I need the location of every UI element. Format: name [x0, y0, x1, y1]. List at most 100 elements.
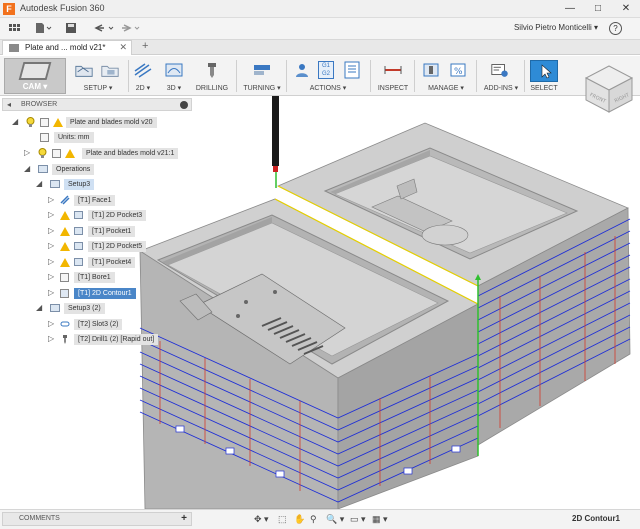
fit-zoom-icon[interactable]: 🔍 ▾ [326, 513, 344, 526]
tree-node-label: [T1] Pocket4 [88, 257, 136, 268]
3d-group[interactable]: 3D ▾ [160, 58, 188, 94]
workspace-label: CAM ▾ [22, 82, 48, 91]
tree-node-label: Plate and blades mold v20 [66, 117, 157, 128]
drilling-group[interactable]: DRILLING [194, 58, 230, 94]
g2-text: G2 [321, 71, 330, 77]
comments-panel[interactable]: COMMENTS + [2, 512, 192, 526]
2d-label: 2D ▾ [135, 85, 151, 92]
expand-arrow-icon[interactable]: ▷ [48, 319, 56, 328]
user-account-menu[interactable]: Silvio Pietro Monticelli ▾ [514, 23, 598, 32]
pan-icon[interactable]: ✋ [294, 513, 305, 526]
undo-icon[interactable] [92, 21, 116, 37]
tree-node-label: [T1] Pocket1 [88, 226, 136, 237]
actions-label: ACTIONS ▾ [309, 85, 347, 92]
toolbar-divider [476, 60, 477, 92]
expand-arrow-icon[interactable]: ▷ [48, 241, 56, 250]
look-at-icon[interactable]: ⬚ [278, 513, 287, 526]
post-process-icon: G1 G2 [318, 61, 334, 79]
expand-arrow-icon[interactable]: ▷ [48, 272, 56, 281]
tree-node-drill1[interactable]: ▷ [T2] Drill1 (2) [Rapid out] [48, 333, 188, 345]
close-window-button[interactable]: ✕ [612, 0, 640, 18]
help-icon[interactable]: ? [609, 22, 622, 35]
expand-arrow-icon[interactable]: ▷ [48, 195, 56, 204]
visibility-bulb-icon[interactable] [26, 117, 35, 127]
manage-group[interactable]: % MANAGE ▾ [418, 58, 474, 94]
fusion-app-icon: F [3, 3, 15, 15]
title-bar: F Autodesk Fusion 360 — □ ✕ [0, 0, 640, 18]
expand-arrow-icon[interactable]: ▷ [48, 257, 56, 266]
file-menu-icon[interactable] [34, 21, 52, 37]
redo-icon[interactable] [120, 21, 144, 37]
tree-node-root[interactable]: ◢ Plate and blades mold v20 [12, 116, 192, 128]
browser-header[interactable]: ◂ BROWSER [2, 98, 192, 111]
grid-settings-icon[interactable]: ▦ ▾ [372, 513, 388, 526]
expand-arrow-icon[interactable]: ▷ [24, 148, 32, 157]
tree-node-units[interactable]: Units: mm [36, 131, 186, 143]
orbit-tool-icon[interactable]: ✥ ▾ [254, 513, 269, 526]
viewcube[interactable]: FRONT RIGHT [582, 62, 636, 114]
tree-node-pocket1[interactable]: ▷ [T1] Pocket1 [48, 225, 188, 237]
tree-node-setup3-2[interactable]: ◢ Setup3 (2) [36, 302, 186, 314]
tree-node-2d-pocket5[interactable]: ▷ [T1] 2D Pocket5 [48, 240, 188, 252]
minimize-button[interactable]: — [556, 0, 584, 18]
tree-node-slot3[interactable]: ▷ [T2] Slot3 (2) [48, 318, 188, 330]
toolbar-divider [414, 60, 415, 92]
browser-toggle-icon[interactable] [180, 101, 188, 109]
inspect-group[interactable]: INSPECT [374, 58, 412, 94]
2d-group[interactable]: 2D ▾ [131, 58, 155, 94]
contour-operation-icon [60, 289, 69, 298]
expand-arrow-icon[interactable]: ▷ [48, 334, 56, 343]
warning-icon [60, 258, 70, 267]
face-operation-icon [60, 195, 70, 205]
stock-setup-icon [101, 65, 119, 77]
operations-folder-icon [38, 165, 48, 173]
tree-node-2d-contour1[interactable]: ▷ [T1] 2D Contour1 [48, 287, 188, 299]
save-icon[interactable] [64, 21, 78, 37]
document-icon [9, 44, 19, 52]
expand-arrow-icon[interactable]: ◢ [36, 303, 44, 312]
display-settings-icon[interactable]: ▭ ▾ [350, 513, 366, 526]
zoom-icon[interactable]: ⚲ [310, 513, 317, 526]
cam-workspace-icon [18, 62, 52, 80]
expand-arrow-icon[interactable]: ▷ [48, 288, 56, 297]
turning-group[interactable]: TURNING ▾ [240, 58, 284, 94]
g1-text: G1 [321, 63, 330, 69]
maximize-button[interactable]: □ [584, 0, 612, 18]
tree-node-bore1[interactable]: ▷ [T1] Bore1 [48, 271, 188, 283]
expand-arrow-icon[interactable]: ▷ [48, 210, 56, 219]
tree-node-label: [T2] Slot3 (2) [74, 319, 123, 330]
addins-group[interactable]: ADD-INS ▾ [480, 58, 522, 94]
select-group[interactable]: SELECT [526, 58, 562, 94]
new-tab-button[interactable]: + [142, 40, 148, 52]
tree-node-operations[interactable]: ◢ Operations [24, 163, 194, 175]
visibility-bulb-icon[interactable] [38, 148, 47, 158]
tree-node-label: Setup3 (2) [64, 303, 105, 314]
tree-node-pocket4[interactable]: ▷ [T1] Pocket4 [48, 256, 188, 268]
browser-collapse-icon[interactable]: ◂ [7, 100, 11, 109]
add-comment-button[interactable]: + [181, 513, 187, 524]
tree-node-component[interactable]: ▷ Plate and blades mold v21:1 [24, 147, 194, 159]
select-arrow-icon [530, 60, 558, 82]
workspace-switcher[interactable]: CAM ▾ [4, 58, 66, 94]
actions-group[interactable]: G1 G2 ACTIONS ▾ [290, 58, 366, 94]
expand-arrow-icon[interactable]: ◢ [12, 117, 20, 126]
tool-library-icon [423, 63, 439, 77]
tree-node-2d-pocket3[interactable]: ▷ [T1] 2D Pocket3 [48, 209, 188, 221]
expand-arrow-icon[interactable]: ◢ [36, 179, 44, 188]
close-tab-icon[interactable]: ✕ [119, 42, 127, 53]
ribbon-toolbar: CAM ▾ SETUP ▾ 2D ▾ 3D ▾ DRILLING TURNING… [0, 56, 640, 96]
data-panel-grid-icon[interactable] [8, 21, 22, 37]
tree-node-setup3[interactable]: ◢ Setup3 [36, 178, 186, 190]
document-tab-bar: Plate and ... mold v21* ✕ + [0, 40, 640, 55]
tree-node-face1[interactable]: ▷ [T1] Face1 [48, 194, 188, 206]
expand-arrow-icon[interactable]: ▷ [48, 226, 56, 235]
comments-title: COMMENTS [19, 515, 60, 522]
quick-access-bar: Silvio Pietro Monticelli ▾ ? [0, 18, 640, 40]
setup-group[interactable]: SETUP ▾ [72, 58, 124, 94]
pocket-operation-icon [74, 258, 83, 266]
setup-icon [50, 304, 60, 312]
setup-folder-icon [75, 65, 93, 77]
tree-node-label: [T1] 2D Contour1 [74, 288, 136, 299]
document-tab[interactable]: Plate and ... mold v21* ✕ [2, 40, 132, 55]
expand-arrow-icon[interactable]: ◢ [24, 164, 32, 173]
